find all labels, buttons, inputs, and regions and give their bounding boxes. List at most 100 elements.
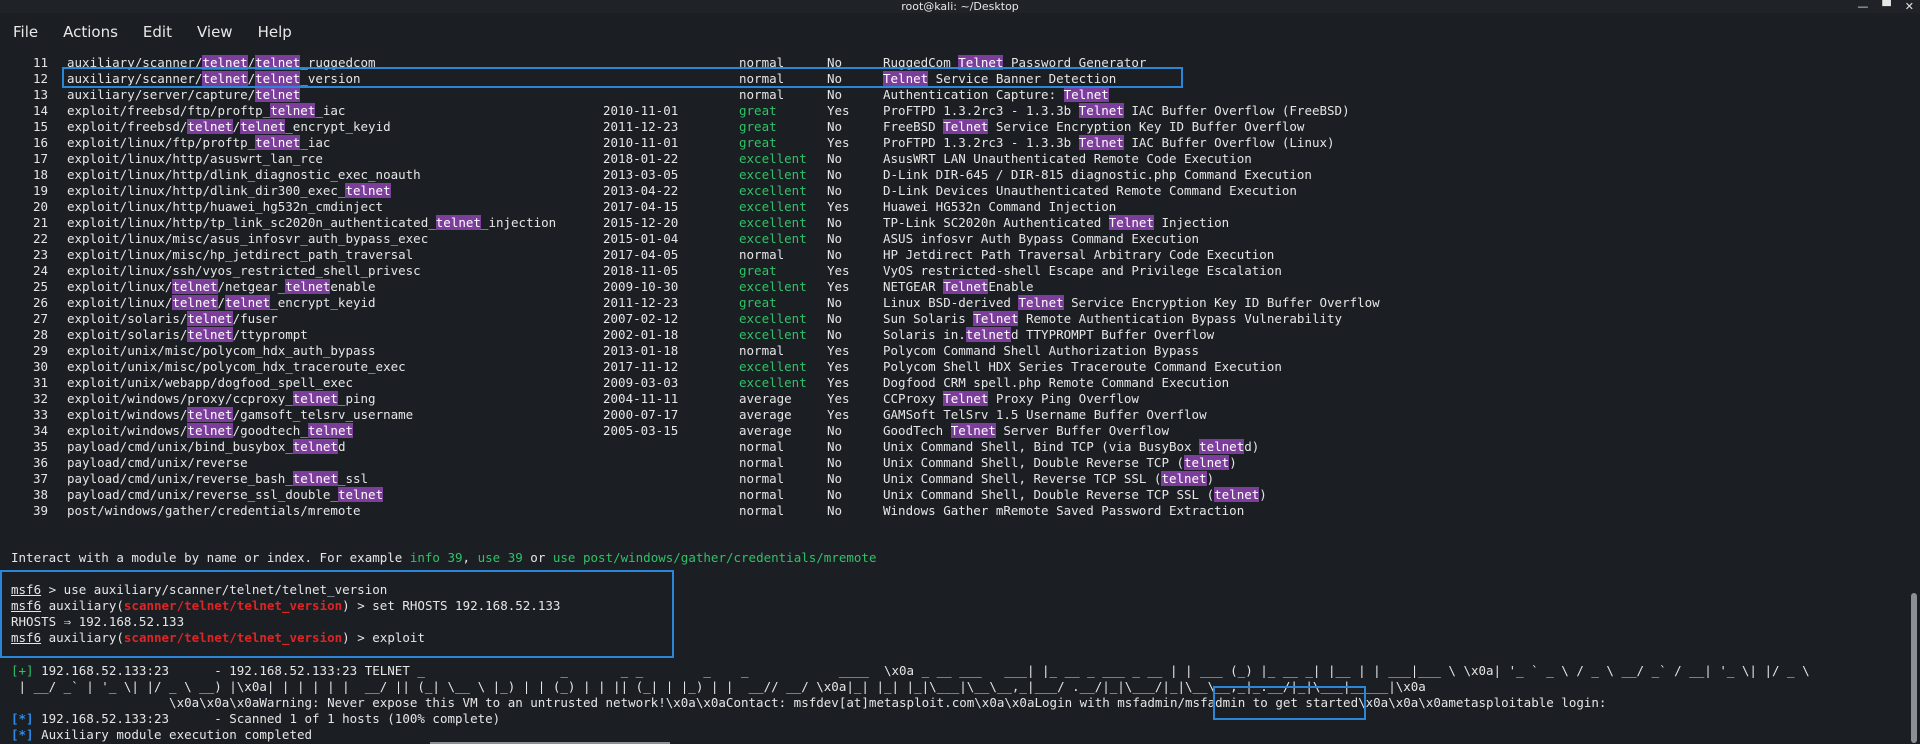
module-rank: great (739, 263, 777, 278)
output-line: [+] 192.168.52.133:23 - 192.168.52.133:2… (11, 663, 1810, 678)
module-index: 24 (33, 263, 49, 278)
window-title: root@kali: ~/Desktop (901, 0, 1019, 13)
module-name: payload/cmd/unix/reverse (67, 455, 248, 470)
menu-view[interactable]: View (197, 23, 233, 41)
module-index: 32 (33, 391, 49, 406)
module-rank: average (739, 423, 792, 438)
module-rank: excellent (739, 279, 807, 294)
module-rank: normal (739, 487, 785, 502)
module-row: 14 exploit/freebsd/ftp/proftp_telnet_iac 2… (0, 103, 1900, 119)
module-rank: excellent (739, 151, 807, 166)
module-rank: great (739, 295, 777, 310)
module-check: No (827, 87, 843, 102)
module-rank: excellent (739, 375, 807, 390)
close-icon[interactable]: ✕ (1905, 0, 1914, 13)
module-check: Yes (827, 375, 850, 390)
module-description: HP Jetdirect Path Traversal Arbitrary Co… (883, 247, 1275, 262)
module-date: 2011-12-23 (603, 295, 679, 310)
module-check: No (827, 119, 843, 134)
module-rank: average (739, 407, 792, 422)
module-description: CCProxy Telnet Proxy Ping Overflow (883, 391, 1139, 406)
module-index: 27 (33, 311, 49, 326)
menu-help[interactable]: Help (258, 23, 292, 41)
module-name: exploit/linux/http/dlink_dir300_exec_tel… (67, 183, 391, 198)
scrollbar[interactable] (1908, 13, 1920, 744)
module-name: exploit/freebsd/ftp/proftp_telnet_iac (67, 103, 346, 118)
module-description: D-Link DIR-645 / DIR-815 diagnostic.php … (883, 167, 1312, 182)
module-check: No (827, 295, 843, 310)
module-rank: excellent (739, 199, 807, 214)
module-name: exploit/freebsd/telnet/telnet_encrypt_ke… (67, 119, 391, 134)
module-name: exploit/linux/misc/asus_infosvr_auth_byp… (67, 231, 429, 246)
module-check: No (827, 503, 843, 518)
module-index: 20 (33, 199, 49, 214)
module-date: 2013-04-22 (603, 183, 679, 198)
scrollbar-thumb[interactable] (1911, 593, 1917, 743)
module-check: Yes (827, 407, 850, 422)
module-rank: excellent (739, 311, 807, 326)
module-index: 18 (33, 167, 49, 182)
module-index: 36 (33, 455, 49, 470)
module-name: exploit/linux/http/tp_link_sc2020n_authe… (67, 215, 557, 230)
highlight-box-commands (0, 570, 674, 658)
module-rank: normal (739, 503, 785, 518)
module-date: 2011-12-23 (603, 119, 679, 134)
module-check: Yes (827, 279, 850, 294)
module-row: 30 exploit/unix/misc/polycom_hdx_tracerou… (0, 359, 1900, 375)
module-check: No (827, 311, 843, 326)
module-rank: normal (739, 455, 785, 470)
module-name: exploit/linux/http/dlink_diagnostic_exec… (67, 167, 421, 182)
module-row: 18 exploit/linux/http/dlink_diagnostic_ex… (0, 167, 1900, 183)
maximize-icon[interactable]: ▀ (1882, 0, 1890, 13)
highlight-box-telnet-version (62, 67, 1183, 88)
module-description: AsusWRT LAN Unauthenticated Remote Code … (883, 151, 1252, 166)
module-description: Polycom Command Shell Authorization Bypa… (883, 343, 1200, 358)
module-description: Unix Command Shell, Double Reverse TCP S… (883, 487, 1267, 502)
module-index: 17 (33, 151, 49, 166)
module-date: 2004-11-11 (603, 391, 679, 406)
module-date: 2010-11-01 (603, 135, 679, 150)
minimize-icon[interactable]: — (1857, 0, 1868, 13)
module-description: D-Link Devices Unauthenticated Remote Co… (883, 183, 1297, 198)
module-rank: great (739, 135, 777, 150)
module-rank: excellent (739, 327, 807, 342)
module-check: Yes (827, 359, 850, 374)
module-name: post/windows/gather/credentials/mremote (67, 503, 361, 518)
module-row: 13 auxiliary/server/capture/telnet normal N… (0, 87, 1900, 103)
module-index: 38 (33, 487, 49, 502)
module-description: GoodTech Telnet Server Buffer Overflow (883, 423, 1169, 438)
module-index: 37 (33, 471, 49, 486)
module-row: 29 exploit/unix/misc/polycom_hdx_auth_byp… (0, 343, 1900, 359)
module-check: No (827, 167, 843, 182)
module-check: Yes (827, 103, 850, 118)
module-name: payload/cmd/unix/reverse_ssl_double_teln… (67, 487, 384, 502)
module-description: Dogfood CRM spell.php Remote Command Exe… (883, 375, 1230, 390)
module-index: 33 (33, 407, 49, 422)
module-row: 33 exploit/windows/telnet/gamsoft_telsrv_… (0, 407, 1900, 423)
module-index: 15 (33, 119, 49, 134)
menu-file[interactable]: File (13, 23, 38, 41)
module-index: 31 (33, 375, 49, 390)
module-check: No (827, 231, 843, 246)
module-name: exploit/linux/http/asuswrt_lan_rce (67, 151, 323, 166)
module-rank: excellent (739, 231, 807, 246)
module-description: Unix Command Shell, Bind TCP (via BusyBo… (883, 439, 1260, 454)
module-rank: average (739, 391, 792, 406)
module-description: Linux BSD-derived Telnet Service Encrypt… (883, 295, 1380, 310)
module-check: Yes (827, 199, 850, 214)
module-name: exploit/linux/misc/hp_jetdirect_path_tra… (67, 247, 414, 262)
module-date: 2017-04-05 (603, 247, 679, 262)
module-check: No (827, 215, 843, 230)
module-row: 37 payload/cmd/unix/reverse_bash_telnet_s… (0, 471, 1900, 487)
window-titlebar: root@kali: ~/Desktop — ▀ ✕ (0, 0, 1920, 13)
module-check: No (827, 327, 843, 342)
menu-actions[interactable]: Actions (63, 23, 118, 41)
module-name: exploit/solaris/telnet/ttyprompt (67, 327, 308, 342)
module-rank: normal (739, 439, 785, 454)
module-index: 26 (33, 295, 49, 310)
module-name: exploit/solaris/telnet/fuser (67, 311, 278, 326)
module-row: 27 exploit/solaris/telnet/fuser 2007-02-12… (0, 311, 1900, 327)
menu-edit[interactable]: Edit (143, 23, 172, 41)
module-description: VyOS restricted-shell Escape and Privile… (883, 263, 1282, 278)
module-name: exploit/linux/http/huawei_hg532n_cmdinje… (67, 199, 384, 214)
